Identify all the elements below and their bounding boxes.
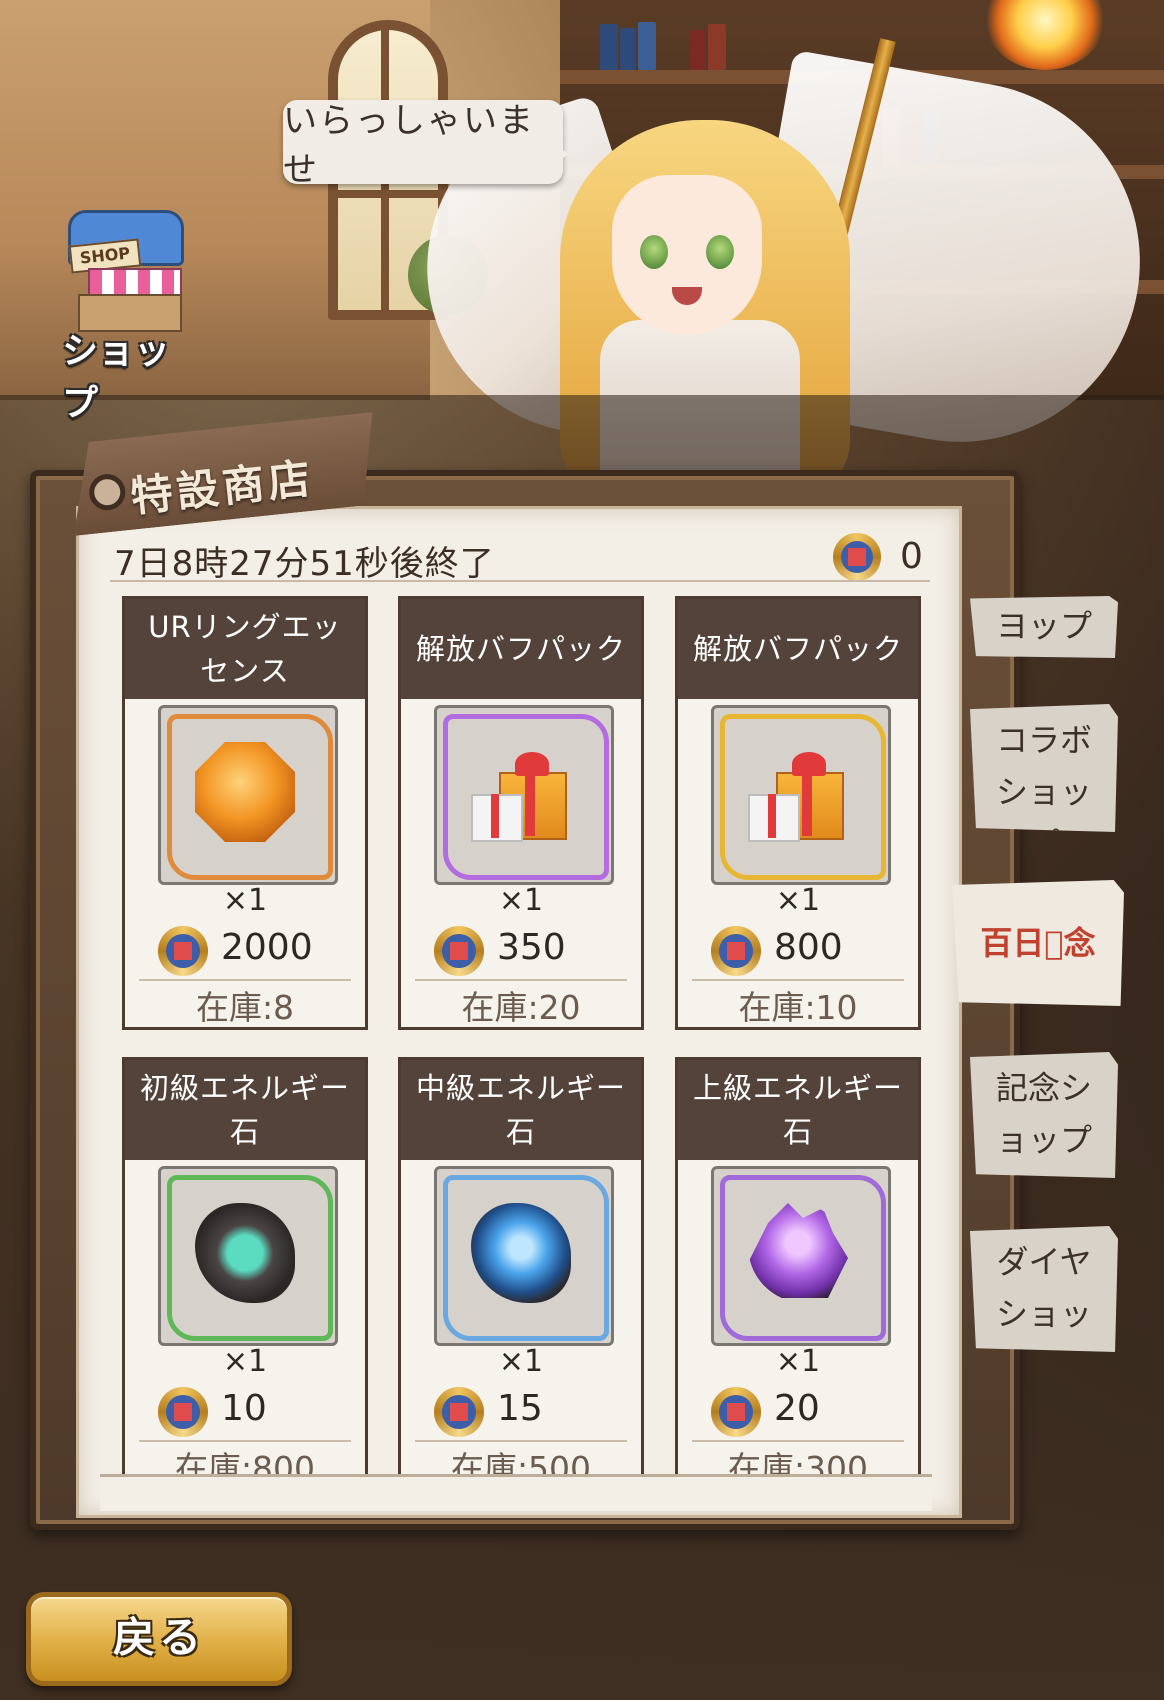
item-stock: 在庫:8 — [195, 988, 295, 1027]
shop-item-card[interactable]: URリングエッセンス ×1 2000 在庫:8 — [122, 596, 368, 1030]
item-stock: 在庫:20 — [461, 988, 581, 1027]
currency-count: 0 — [900, 536, 923, 577]
item-name: 解放バフパック — [401, 599, 641, 699]
item-quantity: ×1 — [498, 883, 544, 918]
speech-bubble: いらっしゃいませ — [283, 100, 569, 190]
item-price: 20 — [774, 1388, 820, 1429]
purple-stone-icon — [748, 1203, 848, 1298]
tab-collab-shop[interactable]: コラボショップ — [970, 704, 1118, 832]
item-name: 解放バフパック — [678, 599, 918, 699]
gift-box-icon — [471, 742, 571, 842]
list-clip — [100, 1477, 932, 1511]
tab-hundred-day[interactable]: 百日 念 — [952, 880, 1124, 1006]
medal-currency-icon — [431, 923, 487, 979]
back-button[interactable]: 戻る — [26, 1592, 292, 1686]
item-price: 10 — [221, 1388, 267, 1429]
item-quantity: ×1 — [222, 883, 268, 918]
item-price: 15 — [497, 1388, 543, 1429]
shop-item-card[interactable]: 初級エネルギー石 ×1 10 在庫:800 — [122, 1057, 368, 1488]
item-stock: 在庫:10 — [738, 988, 858, 1027]
shop-item-card[interactable]: 解放バフパック ×1 350 在庫:20 — [398, 596, 644, 1030]
shop-item-card[interactable]: 解放バフパック ×1 800 在庫:10 — [675, 596, 921, 1030]
item-quantity: ×1 — [775, 1344, 821, 1379]
item-price: 350 — [497, 927, 566, 968]
item-icon-frame — [711, 1166, 891, 1346]
item-icon-frame — [158, 705, 338, 885]
item-quantity: ×1 — [222, 1344, 268, 1379]
shop-item-card[interactable]: 中級エネルギー石 ×1 15 在庫:500 — [398, 1057, 644, 1488]
item-icon-frame — [711, 705, 891, 885]
banner-ring-icon — [87, 472, 127, 512]
medal-currency-icon — [708, 923, 764, 979]
blue-stone-icon — [471, 1203, 571, 1303]
shop-logo-label: ショップ — [62, 331, 171, 424]
item-quantity: ×1 — [775, 883, 821, 918]
shop-logo: SHOP ショップ — [58, 200, 198, 424]
item-price: 800 — [774, 927, 843, 968]
medal-currency-icon — [155, 1384, 211, 1440]
item-icon-frame — [434, 1166, 614, 1346]
orange-gem-icon — [195, 742, 295, 842]
tab-shop[interactable]: ヨップ — [970, 596, 1118, 658]
item-price: 2000 — [221, 927, 313, 968]
end-timer: 7日8時27分51秒後終了 — [114, 544, 495, 584]
medal-currency-icon — [708, 1384, 764, 1440]
medal-currency-icon — [431, 1384, 487, 1440]
green-stone-icon — [195, 1203, 295, 1303]
list-bottom-divider — [100, 1474, 932, 1477]
item-name: 初級エネルギー石 — [125, 1060, 365, 1160]
tab-anniversary-shop[interactable]: 記念ショップ — [970, 1052, 1118, 1178]
medal-currency-icon — [830, 530, 884, 584]
item-quantity: ×1 — [498, 1344, 544, 1379]
item-name: URリングエッセンス — [125, 599, 365, 699]
item-icon-frame — [158, 1166, 338, 1346]
gift-box-icon — [748, 742, 848, 842]
shop-item-card[interactable]: 上級エネルギー石 ×1 20 在庫:300 — [675, 1057, 921, 1488]
tab-diamond-shop[interactable]: ダイヤショップ — [970, 1226, 1118, 1352]
header-divider — [110, 580, 930, 582]
item-name: 中級エネルギー石 — [401, 1060, 641, 1160]
tab-anniversary-shop-label: 記念ショップ — [996, 1069, 1093, 1159]
item-icon-frame — [434, 705, 614, 885]
character-face — [612, 175, 762, 335]
medal-currency-icon — [155, 923, 211, 979]
item-name: 上級エネルギー石 — [678, 1060, 918, 1160]
